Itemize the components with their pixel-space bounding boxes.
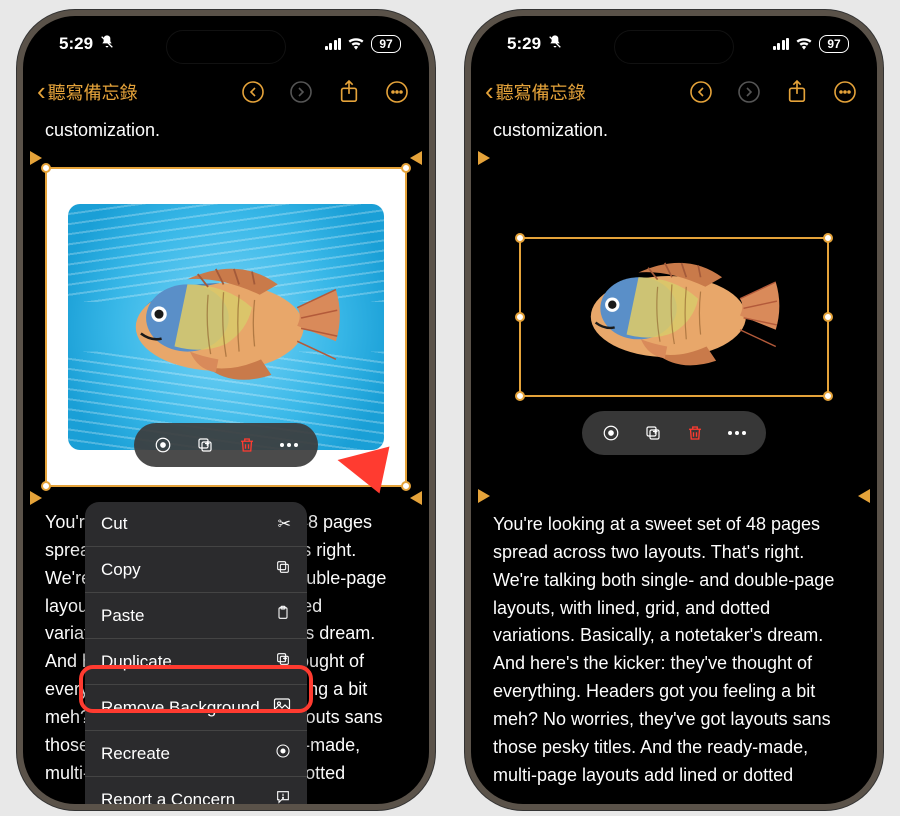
menu-recreate[interactable]: Recreate — [85, 731, 307, 777]
target-icon[interactable] — [154, 436, 172, 454]
battery-level: 97 — [371, 35, 401, 53]
fish-illustration-nobg — [555, 251, 794, 382]
menu-paste[interactable]: Paste — [85, 593, 307, 639]
resize-handle[interactable] — [823, 233, 833, 243]
signal-icon — [773, 38, 790, 50]
resize-handle[interactable] — [515, 233, 525, 243]
context-menu: Cut ✂ Copy Paste Duplicate Remove Backgr… — [85, 502, 307, 804]
menu-remove-background[interactable]: Remove Background — [85, 685, 307, 731]
more-button[interactable] — [833, 80, 857, 104]
annotation-arrow — [333, 436, 390, 493]
selection-marker-top-left — [30, 151, 42, 165]
menu-label: Cut — [101, 514, 127, 534]
back-button[interactable]: ‹ 聽寫備忘錄 — [37, 76, 138, 107]
image-selection-frame[interactable] — [45, 167, 407, 487]
note-line-top: customization. — [23, 117, 429, 145]
copy-stack-icon[interactable] — [196, 436, 214, 454]
menu-label: Paste — [101, 606, 144, 626]
image-background-water — [68, 204, 383, 450]
menu-copy[interactable]: Copy — [85, 547, 307, 593]
menu-label: Recreate — [101, 744, 170, 764]
selection-marker-top-left — [478, 151, 490, 165]
redo-button[interactable] — [737, 80, 761, 104]
share-button[interactable] — [785, 80, 809, 104]
note-line-top: customization. — [471, 117, 877, 145]
menu-duplicate[interactable]: Duplicate — [85, 639, 307, 685]
status-time: 5:29 — [59, 34, 93, 54]
speech-bubble-icon — [275, 789, 291, 804]
selection-marker-bottom-right — [410, 491, 422, 505]
battery-level: 97 — [819, 35, 849, 53]
image-toolbar — [134, 423, 318, 467]
back-label: 聽寫備忘錄 — [496, 79, 586, 105]
status-time: 5:29 — [507, 34, 541, 54]
resize-handle[interactable] — [401, 163, 411, 173]
menu-label: Report a Concern — [101, 790, 235, 805]
back-label: 聽寫備忘錄 — [48, 79, 138, 105]
signal-icon — [325, 38, 342, 50]
chevron-left-icon: ‹ — [37, 76, 46, 107]
menu-label: Duplicate — [101, 652, 172, 672]
more-icon[interactable] — [728, 431, 746, 435]
phone-left: 5:29 97 ‹ 聽寫備忘錄 — [17, 10, 435, 810]
image-selection-frame[interactable] — [519, 237, 829, 397]
phone-right: 5:29 97 ‹ 聽寫備忘錄 — [465, 10, 883, 810]
more-button[interactable] — [385, 80, 409, 104]
note-paragraph[interactable]: You're looking at a sweet set of 48 page… — [471, 511, 877, 790]
selection-marker-bottom-left — [30, 491, 42, 505]
dynamic-island — [614, 30, 734, 64]
image-icon — [273, 697, 291, 718]
target-icon[interactable] — [602, 424, 620, 442]
trash-icon[interactable] — [238, 436, 256, 454]
bell-slash-icon — [547, 34, 563, 55]
selection-marker-bottom-left — [478, 489, 490, 503]
resize-handle[interactable] — [41, 163, 51, 173]
undo-button[interactable] — [241, 80, 265, 104]
scissors-icon: ✂ — [278, 514, 291, 534]
clipboard-icon — [275, 605, 291, 626]
copy-icon — [275, 559, 291, 580]
menu-report[interactable]: Report a Concern — [85, 777, 307, 804]
resize-handle[interactable] — [823, 312, 833, 322]
undo-button[interactable] — [689, 80, 713, 104]
redo-button[interactable] — [289, 80, 313, 104]
resize-handle[interactable] — [515, 312, 525, 322]
wifi-icon — [795, 36, 813, 53]
copy-stack-icon[interactable] — [644, 424, 662, 442]
back-button[interactable]: ‹ 聽寫備忘錄 — [485, 76, 586, 107]
bell-slash-icon — [99, 34, 115, 55]
circle-dot-icon — [275, 743, 291, 764]
nav-bar: ‹ 聽寫備忘錄 — [23, 72, 429, 117]
nav-bar: ‹ 聽寫備忘錄 — [471, 72, 877, 117]
share-button[interactable] — [337, 80, 361, 104]
selection-marker-bottom-right — [858, 489, 870, 503]
dynamic-island — [166, 30, 286, 64]
image-toolbar — [582, 411, 766, 455]
chevron-left-icon: ‹ — [485, 76, 494, 107]
menu-label: Remove Background — [101, 698, 260, 718]
selection-marker-top-right — [410, 151, 422, 165]
more-icon[interactable] — [280, 443, 298, 447]
menu-cut[interactable]: Cut ✂ — [85, 502, 307, 547]
menu-label: Copy — [101, 560, 141, 580]
trash-icon[interactable] — [686, 424, 704, 442]
wifi-icon — [347, 36, 365, 53]
fish-illustration — [97, 256, 355, 398]
duplicate-icon — [275, 651, 291, 672]
